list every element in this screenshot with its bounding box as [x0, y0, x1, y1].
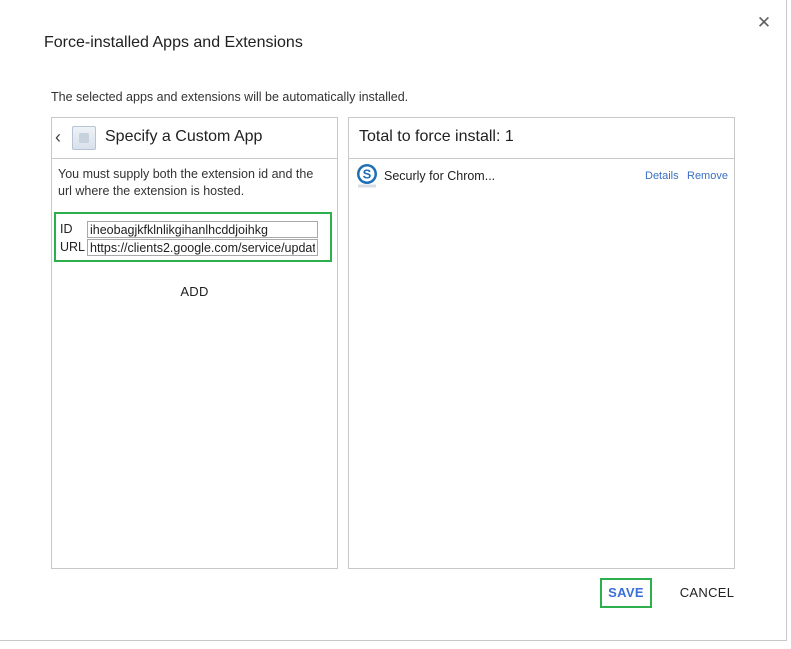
- dialog-title: Force-installed Apps and Extensions: [44, 34, 303, 51]
- close-icon[interactable]: ✕: [754, 13, 774, 33]
- id-field-row: ID: [58, 221, 328, 238]
- dialog-subtitle: The selected apps and extensions will be…: [51, 90, 409, 104]
- force-install-dialog: ✕ Force-installed Apps and Extensions Th…: [0, 0, 787, 641]
- app-remove-link[interactable]: Remove: [687, 170, 728, 182]
- app-details-link[interactable]: Details: [645, 170, 679, 182]
- url-label: URL: [60, 240, 86, 254]
- url-field-row: URL: [58, 239, 328, 256]
- svg-text:S: S: [363, 167, 372, 182]
- chevron-left-icon[interactable]: ‹: [55, 127, 67, 147]
- add-button[interactable]: ADD: [52, 284, 337, 299]
- securly-icon: S: [357, 164, 377, 188]
- extension-id-input[interactable]: [87, 221, 318, 238]
- custom-app-panel-header: ‹ Specify a Custom App: [52, 118, 337, 159]
- force-install-list-panel: Total to force install: 1 S Securly for …: [348, 117, 735, 569]
- custom-app-fields: ID URL: [54, 212, 332, 262]
- force-install-count-title: Total to force install: 1: [359, 128, 514, 145]
- list-item: S Securly for Chrom... Details Remove: [355, 163, 728, 189]
- app-name: Securly for Chrom...: [384, 169, 496, 183]
- custom-app-instructions: You must supply both the extension id an…: [58, 167, 314, 198]
- id-label: ID: [60, 222, 73, 236]
- force-install-list-header: Total to force install: 1: [349, 118, 734, 159]
- extension-url-input[interactable]: [87, 239, 318, 256]
- cancel-button[interactable]: CANCEL: [674, 578, 740, 608]
- custom-app-panel-title: Specify a Custom App: [105, 128, 263, 145]
- custom-app-panel: ‹ Specify a Custom App You must supply b…: [51, 117, 338, 569]
- custom-app-icon: [72, 126, 96, 150]
- save-button[interactable]: SAVE: [600, 578, 652, 608]
